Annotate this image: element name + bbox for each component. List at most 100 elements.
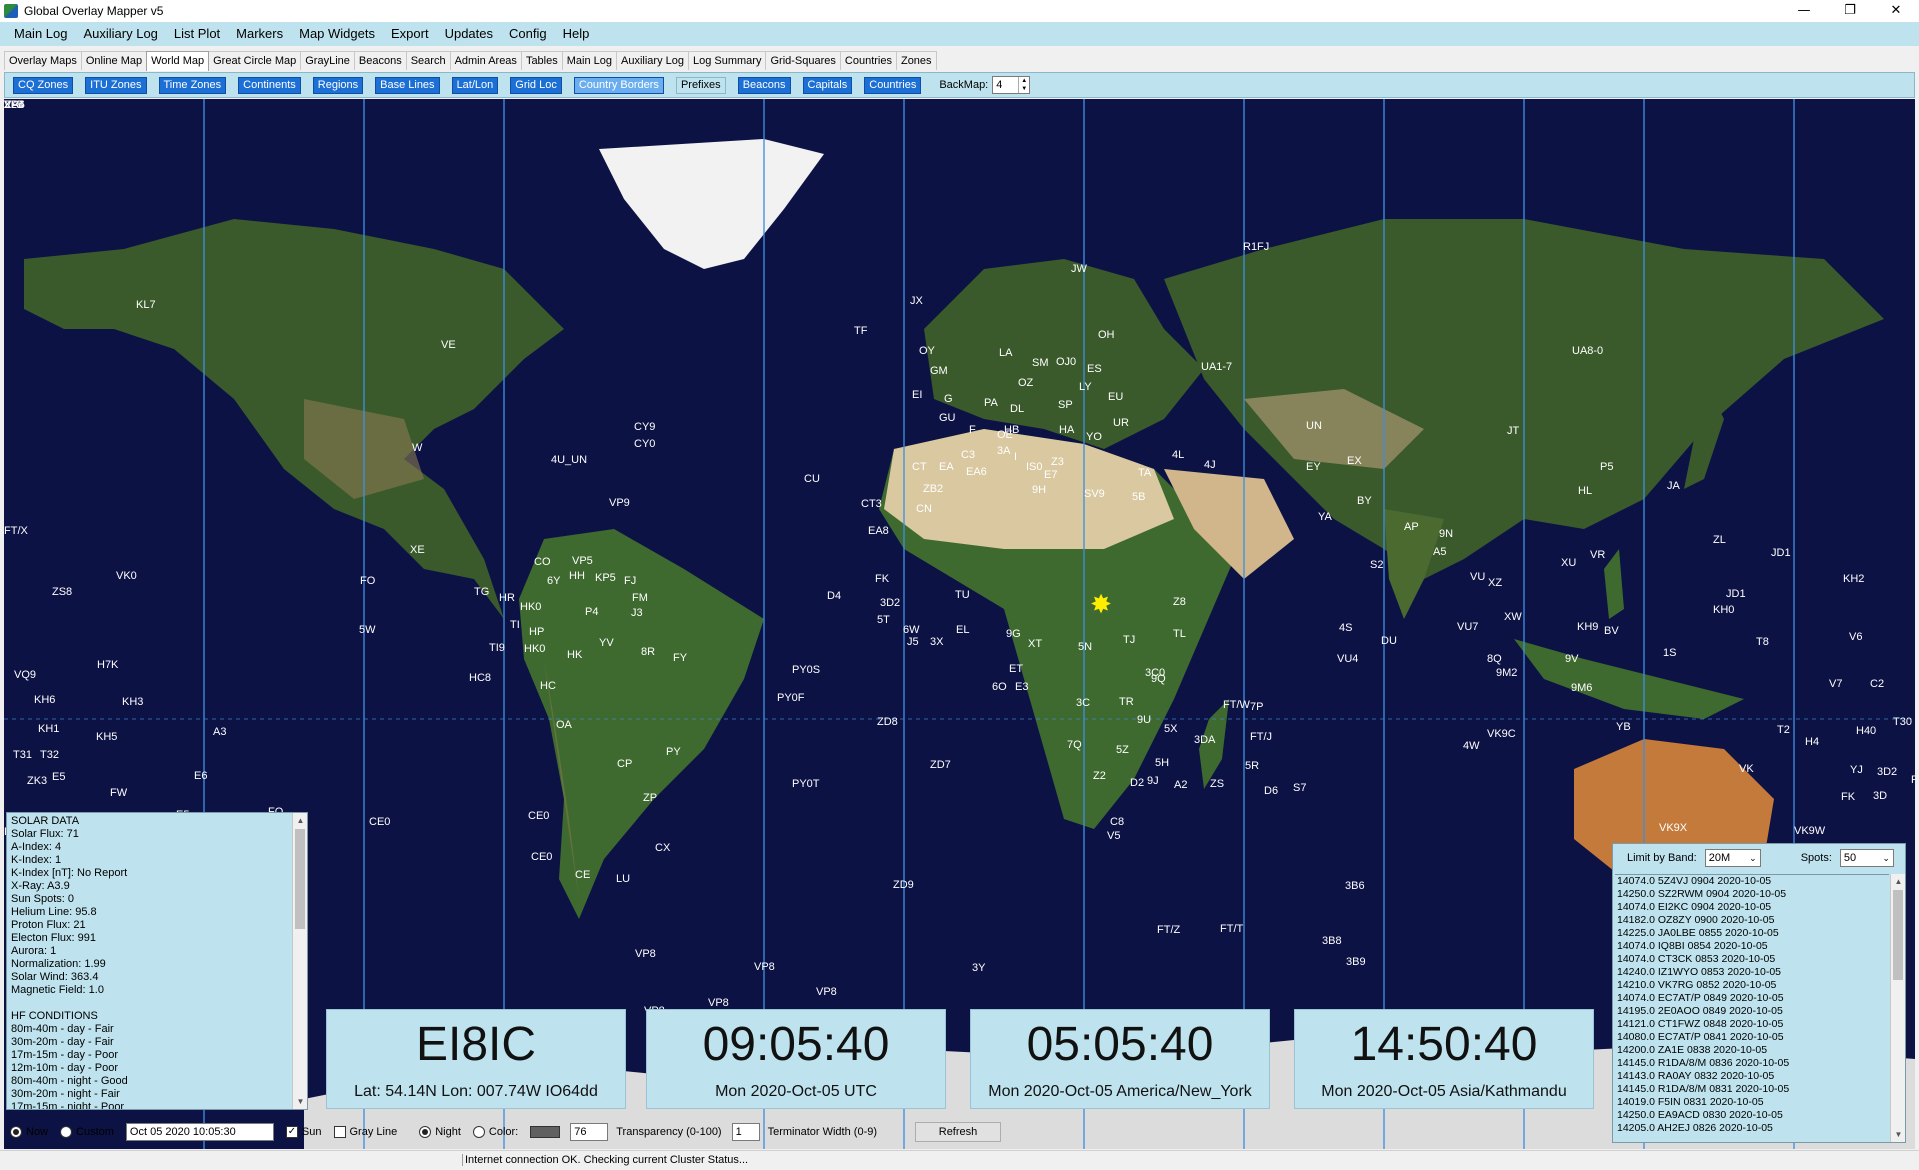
- map-prefix-label: TA: [1138, 467, 1152, 479]
- backmap-spinner[interactable]: 4 ▲ ▼: [992, 76, 1031, 94]
- toggle-prefixes[interactable]: Prefixes: [675, 76, 726, 94]
- tab-beacons[interactable]: Beacons: [353, 51, 407, 70]
- minimize-button[interactable]: —: [1781, 0, 1827, 22]
- tab-admin-areas[interactable]: Admin Areas: [449, 51, 522, 70]
- tab-world-map[interactable]: World Map: [146, 51, 210, 71]
- spot-list-item[interactable]: 14240.0 IZ1WYO 0853 2020-10-05: [1617, 966, 1889, 979]
- spot-list-item[interactable]: 14210.0 VK7RG 0852 2020-10-05: [1617, 979, 1889, 992]
- spots-scrollbar[interactable]: ▲ ▼: [1890, 874, 1905, 1142]
- toggle-capitals[interactable]: Capitals: [802, 76, 853, 94]
- tab-grayline[interactable]: GrayLine: [300, 51, 355, 70]
- spot-list-item[interactable]: 14182.0 OZ8ZY 0900 2020-10-05: [1617, 914, 1889, 927]
- datetime-input[interactable]: Oct 05 2020 10:05:30: [125, 1123, 274, 1141]
- toggle-cq-zones[interactable]: CQ Zones: [13, 76, 74, 94]
- tab-countries[interactable]: Countries: [839, 51, 897, 70]
- map-prefix-label: V5: [1107, 830, 1121, 842]
- menu-help[interactable]: Help: [555, 22, 598, 46]
- spot-list-item[interactable]: 14080.0 EC7AT/P 0841 2020-10-05: [1617, 1031, 1889, 1044]
- datetime-picker[interactable]: Oct 05 2020 10:05:30: [125, 1123, 274, 1141]
- map-prefix-label: KH2: [1843, 573, 1865, 585]
- color-radio[interactable]: Color:: [472, 1126, 518, 1138]
- spot-list-item[interactable]: 14019.0 F5IN 0831 2020-10-05: [1617, 1096, 1889, 1109]
- scroll-down-icon[interactable]: ▼: [293, 1094, 308, 1109]
- menu-export[interactable]: Export: [383, 22, 437, 46]
- tab-grid-squares[interactable]: Grid-Squares: [765, 51, 841, 70]
- menu-main-log[interactable]: Main Log: [6, 22, 75, 46]
- close-button[interactable]: ✕: [1873, 0, 1919, 22]
- spot-list-item[interactable]: 14143.0 RA0AY 0832 2020-10-05: [1617, 1070, 1889, 1083]
- spot-list-item[interactable]: 14145.0 R1DA/8/M 0831 2020-10-05: [1617, 1083, 1889, 1096]
- menu-markers[interactable]: Markers: [228, 22, 291, 46]
- scroll-up-icon[interactable]: ▲: [293, 813, 308, 828]
- toggle-continents[interactable]: Continents: [238, 76, 301, 94]
- restore-button[interactable]: ❐: [1827, 0, 1873, 22]
- menu-auxiliary-log[interactable]: Auxiliary Log: [75, 22, 165, 46]
- terminator-width-input[interactable]: 1: [731, 1123, 760, 1141]
- tab-log-summary[interactable]: Log Summary: [687, 51, 767, 70]
- spot-list-item[interactable]: 14145.0 R1DA/8/M 0836 2020-10-05: [1617, 1057, 1889, 1070]
- scroll-thumb[interactable]: [1893, 890, 1903, 980]
- tab-auxiliary-log[interactable]: Auxiliary Log: [616, 51, 689, 70]
- spot-list-item[interactable]: 14205.0 AH2EJ 0826 2020-10-05: [1617, 1122, 1889, 1135]
- radio-custom-icon[interactable]: [60, 1126, 73, 1138]
- map-prefix-label: FY: [673, 652, 688, 664]
- refresh-button[interactable]: Refresh: [915, 1122, 1002, 1142]
- radio-night-icon[interactable]: [419, 1126, 432, 1138]
- toggle-itu-zones[interactable]: ITU Zones: [85, 76, 147, 94]
- map-prefix-label: FT/X: [4, 525, 28, 537]
- menu-updates[interactable]: Updates: [437, 22, 501, 46]
- night-radio[interactable]: Night: [419, 1126, 461, 1138]
- menu-list-plot[interactable]: List Plot: [166, 22, 228, 46]
- radio-now-icon[interactable]: [10, 1126, 22, 1138]
- tab-great-circle-map[interactable]: Great Circle Map: [208, 51, 302, 70]
- spot-list-item[interactable]: 14195.0 2E0AOO 0849 2020-10-05: [1617, 1005, 1889, 1018]
- spot-list-item[interactable]: 14074.0 EI2KC 0904 2020-10-05: [1617, 901, 1889, 914]
- tab-online-map[interactable]: Online Map: [80, 51, 148, 70]
- spot-list-item[interactable]: 14074.0 CT3CK 0853 2020-10-05: [1617, 953, 1889, 966]
- toggle-time-zones[interactable]: Time Zones: [158, 76, 227, 94]
- toggle-base-lines[interactable]: Base Lines: [375, 76, 440, 94]
- menu-map-widgets[interactable]: Map Widgets: [291, 22, 383, 46]
- toggle-regions[interactable]: Regions: [312, 76, 364, 94]
- menu-config[interactable]: Config: [501, 22, 555, 46]
- toggle-beacons[interactable]: Beacons: [737, 76, 791, 94]
- spots-list[interactable]: 14074.0 5Z4VJ 0904 2020-10-05 14250.0 SZ2…: [1615, 874, 1889, 1140]
- map-prefix-label: BV: [1604, 625, 1619, 637]
- band-select[interactable]: 20M ⌄: [1704, 849, 1761, 867]
- scroll-up-icon[interactable]: ▲: [1891, 874, 1906, 889]
- night-color-swatch[interactable]: [530, 1126, 561, 1138]
- toggle-country-borders[interactable]: Country Borders: [573, 76, 664, 94]
- grayline-checkbox[interactable]: Gray Line: [333, 1126, 397, 1138]
- spots-count-select[interactable]: 50 ⌄: [1839, 849, 1894, 867]
- spot-list-item[interactable]: 14121.0 CT1FWZ 0848 2020-10-05: [1617, 1018, 1889, 1031]
- transparency-input[interactable]: 76: [570, 1123, 609, 1141]
- spinner-arrows-icon[interactable]: ▲ ▼: [1018, 77, 1029, 93]
- custom-radio[interactable]: Custom: [60, 1126, 114, 1138]
- solar-data-line: Helium Line: 95.8: [11, 906, 97, 918]
- spot-list-item[interactable]: 14250.0 EA9ACD 0830 2020-10-05: [1617, 1109, 1889, 1122]
- scroll-thumb[interactable]: [295, 829, 305, 929]
- map-prefix-label: T32: [40, 749, 59, 761]
- spot-list-item[interactable]: 14200.0 ZA1E 0838 2020-10-05: [1617, 1044, 1889, 1057]
- tab-main-log[interactable]: Main Log: [561, 51, 617, 70]
- scroll-down-icon[interactable]: ▼: [1891, 1127, 1906, 1142]
- tab-tables[interactable]: Tables: [520, 51, 563, 70]
- spot-list-item[interactable]: 14250.0 SZ2RWM 0904 2020-10-05: [1617, 888, 1889, 901]
- spot-list-item[interactable]: 14074.0 5Z4VJ 0904 2020-10-05: [1617, 875, 1889, 888]
- now-radio[interactable]: Now: [10, 1126, 48, 1138]
- tab-zones[interactable]: Zones: [895, 51, 937, 70]
- spot-list-item[interactable]: 14074.0 EC7AT/P 0849 2020-10-05: [1617, 992, 1889, 1005]
- toggle-lat-lon[interactable]: Lat/Lon: [451, 76, 499, 94]
- checkbox-unchecked-icon[interactable]: [333, 1126, 346, 1138]
- spot-list-item[interactable]: 14074.0 IQ8BI 0854 2020-10-05: [1617, 940, 1889, 953]
- radio-color-icon[interactable]: [472, 1126, 485, 1138]
- solar-scrollbar[interactable]: ▲ ▼: [292, 813, 307, 1109]
- toggle-grid-loc[interactable]: Grid Loc: [510, 76, 562, 94]
- spot-list-item[interactable]: 14225.0 JA0LBE 0855 2020-10-05: [1617, 927, 1889, 940]
- map-prefix-label: VU4: [1337, 653, 1359, 665]
- toggle-countries[interactable]: Countries: [864, 76, 922, 94]
- tab-search[interactable]: Search: [405, 51, 451, 70]
- tab-overlay-maps[interactable]: Overlay Maps: [4, 51, 82, 70]
- sun-checkbox[interactable]: ✓ Sun: [285, 1126, 322, 1138]
- checkbox-checked-icon[interactable]: ✓: [285, 1126, 298, 1138]
